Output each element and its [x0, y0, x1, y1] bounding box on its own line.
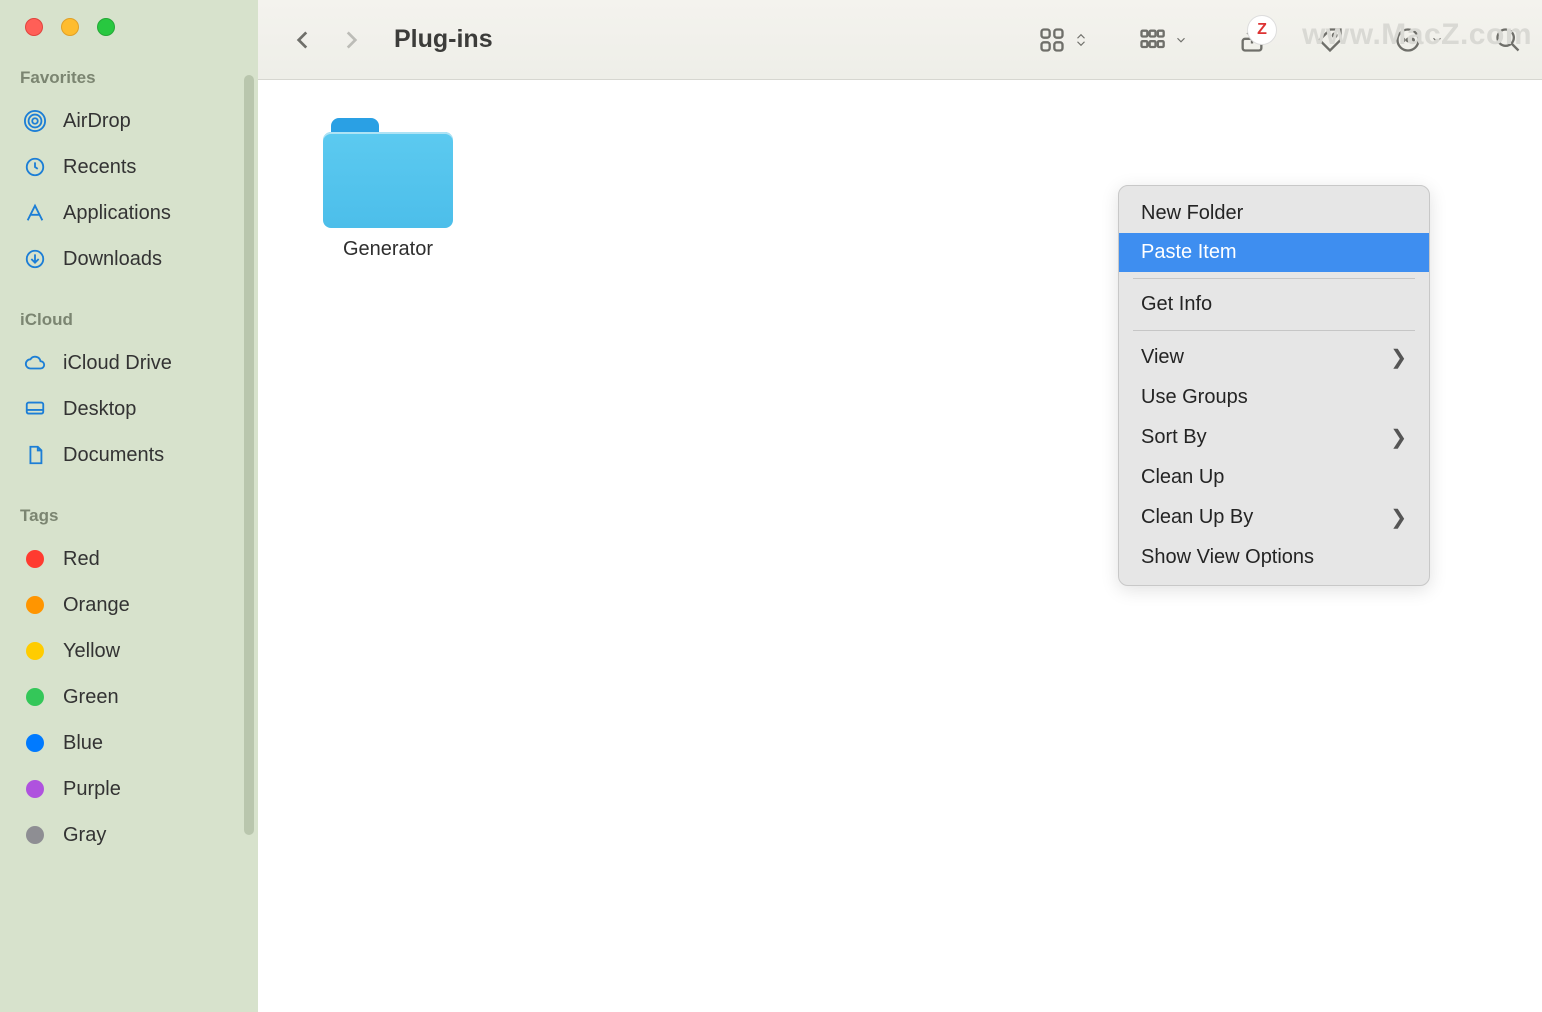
tag-purple-icon: [22, 776, 48, 802]
context-menu-item-label: Clean Up By: [1141, 506, 1253, 529]
maximize-button[interactable]: [97, 18, 115, 36]
sidebar-item-tag-yellow[interactable]: Yellow: [0, 628, 258, 674]
chevron-right-icon: ❯: [1390, 505, 1407, 530]
sidebar-scrollbar[interactable]: [244, 75, 254, 835]
tag-orange-icon: [22, 592, 48, 618]
context-menu-item-label: Show View Options: [1141, 546, 1314, 569]
toolbar: Plug-ins: [258, 0, 1542, 80]
sidebar-item-tag-red[interactable]: Red: [0, 536, 258, 582]
sidebar-item-label: Yellow: [63, 640, 120, 663]
forward-button[interactable]: [336, 25, 366, 55]
sidebar-item-downloads[interactable]: Downloads: [0, 236, 258, 282]
context-menu-item-label: Paste Item: [1141, 241, 1237, 264]
context-menu-paste-item[interactable]: Paste Item: [1119, 233, 1429, 272]
context-menu-item-label: Clean Up: [1141, 466, 1224, 489]
context-menu-clean-up[interactable]: Clean Up: [1119, 458, 1429, 497]
clock-icon: [22, 154, 48, 180]
tag-red-icon: [22, 546, 48, 572]
desktop-icon: [22, 396, 48, 422]
context-menu-item-label: New Folder: [1141, 202, 1243, 225]
sidebar-item-tag-green[interactable]: Green: [0, 674, 258, 720]
window-title: Plug-ins: [394, 25, 493, 54]
sidebar-item-label: Orange: [63, 594, 130, 617]
context-menu-item-label: View: [1141, 346, 1184, 369]
window-controls: [0, 18, 258, 36]
sidebar-item-label: AirDrop: [63, 110, 131, 133]
sidebar-item-documents[interactable]: Documents: [0, 432, 258, 478]
context-menu-item-label: Use Groups: [1141, 386, 1248, 409]
folder-item[interactable]: Generator: [308, 118, 468, 261]
sidebar-item-tag-orange[interactable]: Orange: [0, 582, 258, 628]
watermark-badge: Z: [1247, 15, 1277, 45]
chevron-right-icon: ❯: [1390, 345, 1407, 370]
action-button[interactable]: [1394, 26, 1444, 54]
sidebar-item-label: Gray: [63, 824, 106, 847]
chevron-right-icon: ❯: [1390, 425, 1407, 450]
sidebar-item-tag-purple[interactable]: Purple: [0, 766, 258, 812]
sidebar-item-label: Recents: [63, 156, 136, 179]
sidebar-item-label: Purple: [63, 778, 121, 801]
document-icon: [22, 442, 48, 468]
applications-icon: [22, 200, 48, 226]
context-menu-separator: [1133, 278, 1415, 279]
sidebar-item-label: Applications: [63, 202, 171, 225]
context-menu-item-label: Get Info: [1141, 293, 1212, 316]
back-button[interactable]: [288, 25, 318, 55]
sidebar-item-label: Red: [63, 548, 100, 571]
tag-gray-icon: [22, 822, 48, 848]
sidebar-item-label: Blue: [63, 732, 103, 755]
sidebar-section-tags-label: Tags: [0, 506, 258, 526]
sidebar-item-applications[interactable]: Applications: [0, 190, 258, 236]
downloads-icon: [22, 246, 48, 272]
close-button[interactable]: [25, 18, 43, 36]
folder-label: Generator: [308, 238, 468, 261]
airdrop-icon: [22, 108, 48, 134]
context-menu-item-label: Sort By: [1141, 426, 1207, 449]
sidebar-item-tag-gray[interactable]: Gray: [0, 812, 258, 858]
context-menu-new-folder[interactable]: New Folder: [1119, 194, 1429, 233]
folder-icon: [323, 118, 453, 228]
search-button[interactable]: [1494, 26, 1522, 54]
sidebar-item-airdrop[interactable]: AirDrop: [0, 98, 258, 144]
tag-yellow-icon: [22, 638, 48, 664]
tags-button[interactable]: [1316, 26, 1344, 54]
context-menu-sort-by[interactable]: Sort By ❯: [1119, 417, 1429, 458]
group-by-button[interactable]: [1138, 26, 1188, 54]
sidebar-item-tag-blue[interactable]: Blue: [0, 720, 258, 766]
main-pane: Plug-ins: [258, 0, 1542, 1012]
tag-blue-icon: [22, 730, 48, 756]
cloud-icon: [22, 350, 48, 376]
content-area[interactable]: Generator New Folder Paste Item Get Info…: [258, 80, 1542, 1012]
context-menu-use-groups[interactable]: Use Groups: [1119, 378, 1429, 417]
sidebar-item-label: iCloud Drive: [63, 352, 172, 375]
sidebar-item-label: Green: [63, 686, 119, 709]
sidebar-section-icloud-label: iCloud: [0, 310, 258, 330]
context-menu-view[interactable]: View ❯: [1119, 337, 1429, 378]
context-menu: New Folder Paste Item Get Info View ❯ Us…: [1118, 185, 1430, 586]
sidebar-item-icloud-drive[interactable]: iCloud Drive: [0, 340, 258, 386]
sidebar-item-label: Documents: [63, 444, 164, 467]
minimize-button[interactable]: [61, 18, 79, 36]
sidebar-item-label: Downloads: [63, 248, 162, 271]
view-icons-button[interactable]: [1038, 26, 1088, 54]
sidebar: Favorites AirDrop Recents Applications D…: [0, 0, 258, 1012]
finder-window: Favorites AirDrop Recents Applications D…: [0, 0, 1542, 1012]
tag-green-icon: [22, 684, 48, 710]
sidebar-section-favorites-label: Favorites: [0, 68, 258, 88]
context-menu-clean-up-by[interactable]: Clean Up By ❯: [1119, 497, 1429, 538]
sidebar-item-label: Desktop: [63, 398, 136, 421]
context-menu-separator: [1133, 330, 1415, 331]
context-menu-get-info[interactable]: Get Info: [1119, 285, 1429, 324]
sidebar-item-desktop[interactable]: Desktop: [0, 386, 258, 432]
sidebar-item-recents[interactable]: Recents: [0, 144, 258, 190]
context-menu-show-view-options[interactable]: Show View Options: [1119, 538, 1429, 577]
